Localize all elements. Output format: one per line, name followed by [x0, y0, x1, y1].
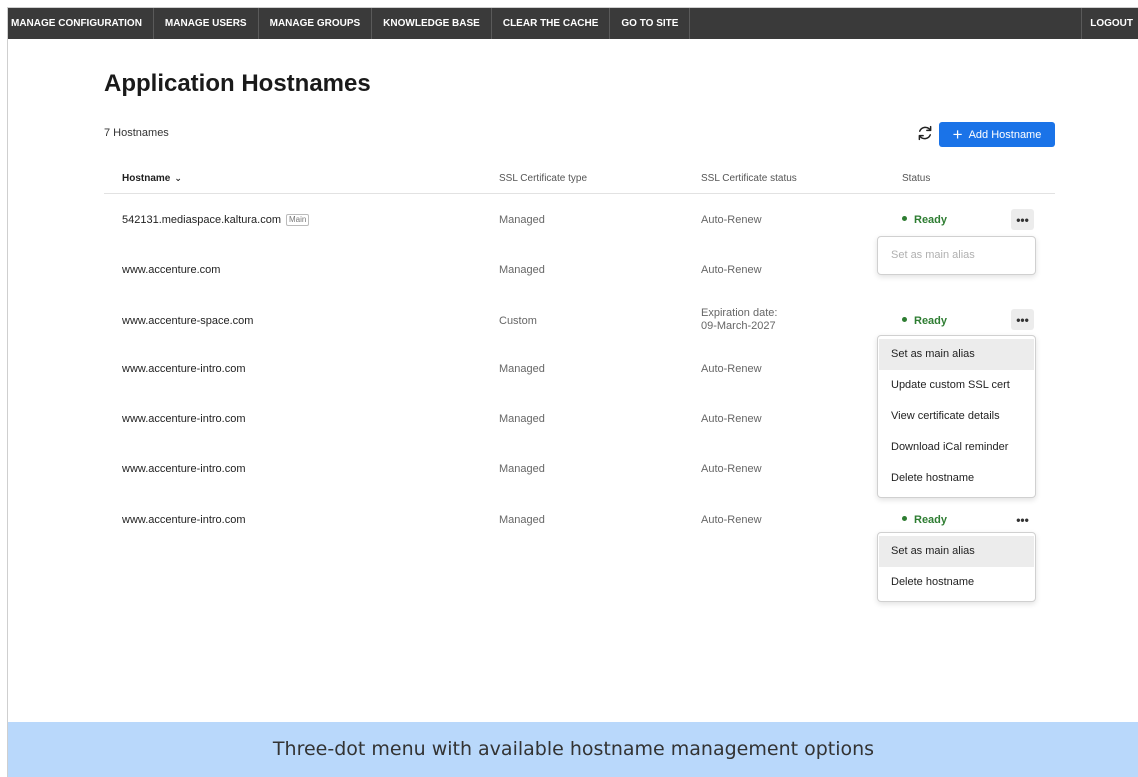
- more-horizontal-icon: •••: [1016, 312, 1029, 327]
- status-dot: [902, 216, 907, 221]
- row-7-ssl-status: Auto-Renew: [701, 514, 762, 526]
- menu-view-certificate-details[interactable]: View certificate details: [879, 401, 1034, 432]
- hostname-count: 7 Hostnames: [104, 127, 169, 139]
- status-dot: [902, 317, 907, 322]
- header-divider: [104, 193, 1055, 194]
- refresh-icon[interactable]: [916, 124, 934, 142]
- row-7-ssl-type: Managed: [499, 514, 545, 526]
- row-2-ssl-type: Managed: [499, 264, 545, 276]
- app-frame: MANAGE CONFIGURATION MANAGE USERS MANAGE…: [7, 7, 1138, 777]
- managed-row-menu: Set as main alias Delete hostname: [877, 532, 1036, 602]
- column-header-ssl-status: SSL Certificate status: [701, 173, 797, 184]
- row-7-status: Ready: [902, 514, 947, 526]
- nav-go-to-site[interactable]: GO TO SITE: [610, 8, 691, 39]
- status-dot: [902, 516, 907, 521]
- menu-delete-hostname[interactable]: Delete hostname: [879, 463, 1034, 494]
- nav-manage-groups[interactable]: MANAGE GROUPS: [259, 8, 373, 39]
- row-3-status: Ready: [902, 315, 947, 327]
- plus-icon: +: [952, 125, 963, 144]
- menu-set-main-alias[interactable]: Set as main alias: [879, 339, 1034, 370]
- column-header-ssl-type: SSL Certificate type: [499, 173, 588, 184]
- row-3-ssl-status: Expiration date: 09-March-2027: [701, 307, 777, 333]
- row-3-expiration-date: 09-March-2027: [701, 320, 776, 332]
- row-5-hostname: www.accenture-intro.com: [122, 413, 246, 425]
- nav-logout[interactable]: LOGOUT: [1081, 8, 1138, 39]
- row-7-hostname: www.accenture-intro.com: [122, 514, 246, 526]
- more-horizontal-icon: •••: [1016, 212, 1029, 227]
- add-hostname-label: Add Hostname: [968, 128, 1042, 141]
- caption-banner: Three-dot menu with available hostname m…: [8, 722, 1138, 777]
- menu-set-main-alias[interactable]: Set as main alias: [879, 536, 1034, 567]
- row-1-ssl-status: Auto-Renew: [701, 214, 762, 226]
- row-5-ssl-status: Auto-Renew: [701, 413, 762, 425]
- row-5-ssl-type: Managed: [499, 413, 545, 425]
- chevron-down-icon: ⌄: [174, 173, 182, 183]
- nav-clear-cache[interactable]: CLEAR THE CACHE: [492, 8, 611, 39]
- row-6-hostname: www.accenture-intro.com: [122, 463, 246, 475]
- row-1-status-text: Ready: [914, 214, 948, 226]
- row-1-status: Ready: [902, 214, 947, 226]
- row-4-ssl-status: Auto-Renew: [701, 363, 762, 375]
- main-row-menu: Set as main alias: [877, 236, 1036, 275]
- row-3-status-text: Ready: [914, 315, 948, 327]
- main-badge: Main: [285, 214, 310, 226]
- row-3-expiration-label: Expiration date:: [701, 307, 778, 319]
- row-7-more-button[interactable]: •••: [1011, 509, 1034, 530]
- row-3-more-button[interactable]: •••: [1011, 309, 1034, 330]
- row-1-more-button[interactable]: •••: [1011, 209, 1034, 230]
- row-4-hostname: www.accenture-intro.com: [122, 363, 246, 375]
- row-4-ssl-type: Managed: [499, 363, 545, 375]
- row-1-hostname: 542131.mediaspace.kaltura.com Main: [122, 214, 310, 226]
- nav-knowledge-base[interactable]: KNOWLEDGE BASE: [372, 8, 492, 39]
- add-hostname-button[interactable]: + Add Hostname: [939, 122, 1055, 147]
- page-title: Application Hostnames: [104, 70, 371, 97]
- row-7-status-text: Ready: [914, 514, 948, 526]
- row-2-hostname: www.accenture.com: [122, 264, 221, 276]
- row-3-hostname: www.accenture-space.com: [122, 315, 254, 327]
- column-header-status: Status: [902, 173, 931, 184]
- menu-set-main-alias-disabled: Set as main alias: [891, 249, 975, 261]
- column-header-hostname-label: Hostname: [122, 173, 171, 184]
- menu-delete-hostname[interactable]: Delete hostname: [879, 567, 1034, 598]
- nav-manage-configuration[interactable]: MANAGE CONFIGURATION: [8, 8, 154, 39]
- nav-manage-users[interactable]: MANAGE USERS: [154, 8, 259, 39]
- row-6-ssl-type: Managed: [499, 463, 545, 475]
- row-1-hostname-text: 542131.mediaspace.kaltura.com: [122, 214, 281, 226]
- row-2-ssl-status: Auto-Renew: [701, 264, 762, 276]
- top-navigation: MANAGE CONFIGURATION MANAGE USERS MANAGE…: [8, 8, 1138, 39]
- menu-download-ical-reminder[interactable]: Download iCal reminder: [879, 432, 1034, 463]
- row-1-ssl-type: Managed: [499, 214, 545, 226]
- custom-row-menu: Set as main alias Update custom SSL cert…: [877, 335, 1036, 498]
- menu-update-custom-ssl[interactable]: Update custom SSL cert: [879, 370, 1034, 401]
- column-header-hostname[interactable]: Hostname ⌄: [122, 173, 182, 184]
- row-6-ssl-status: Auto-Renew: [701, 463, 762, 475]
- row-3-ssl-type: Custom: [499, 315, 537, 327]
- more-horizontal-icon: •••: [1016, 512, 1029, 527]
